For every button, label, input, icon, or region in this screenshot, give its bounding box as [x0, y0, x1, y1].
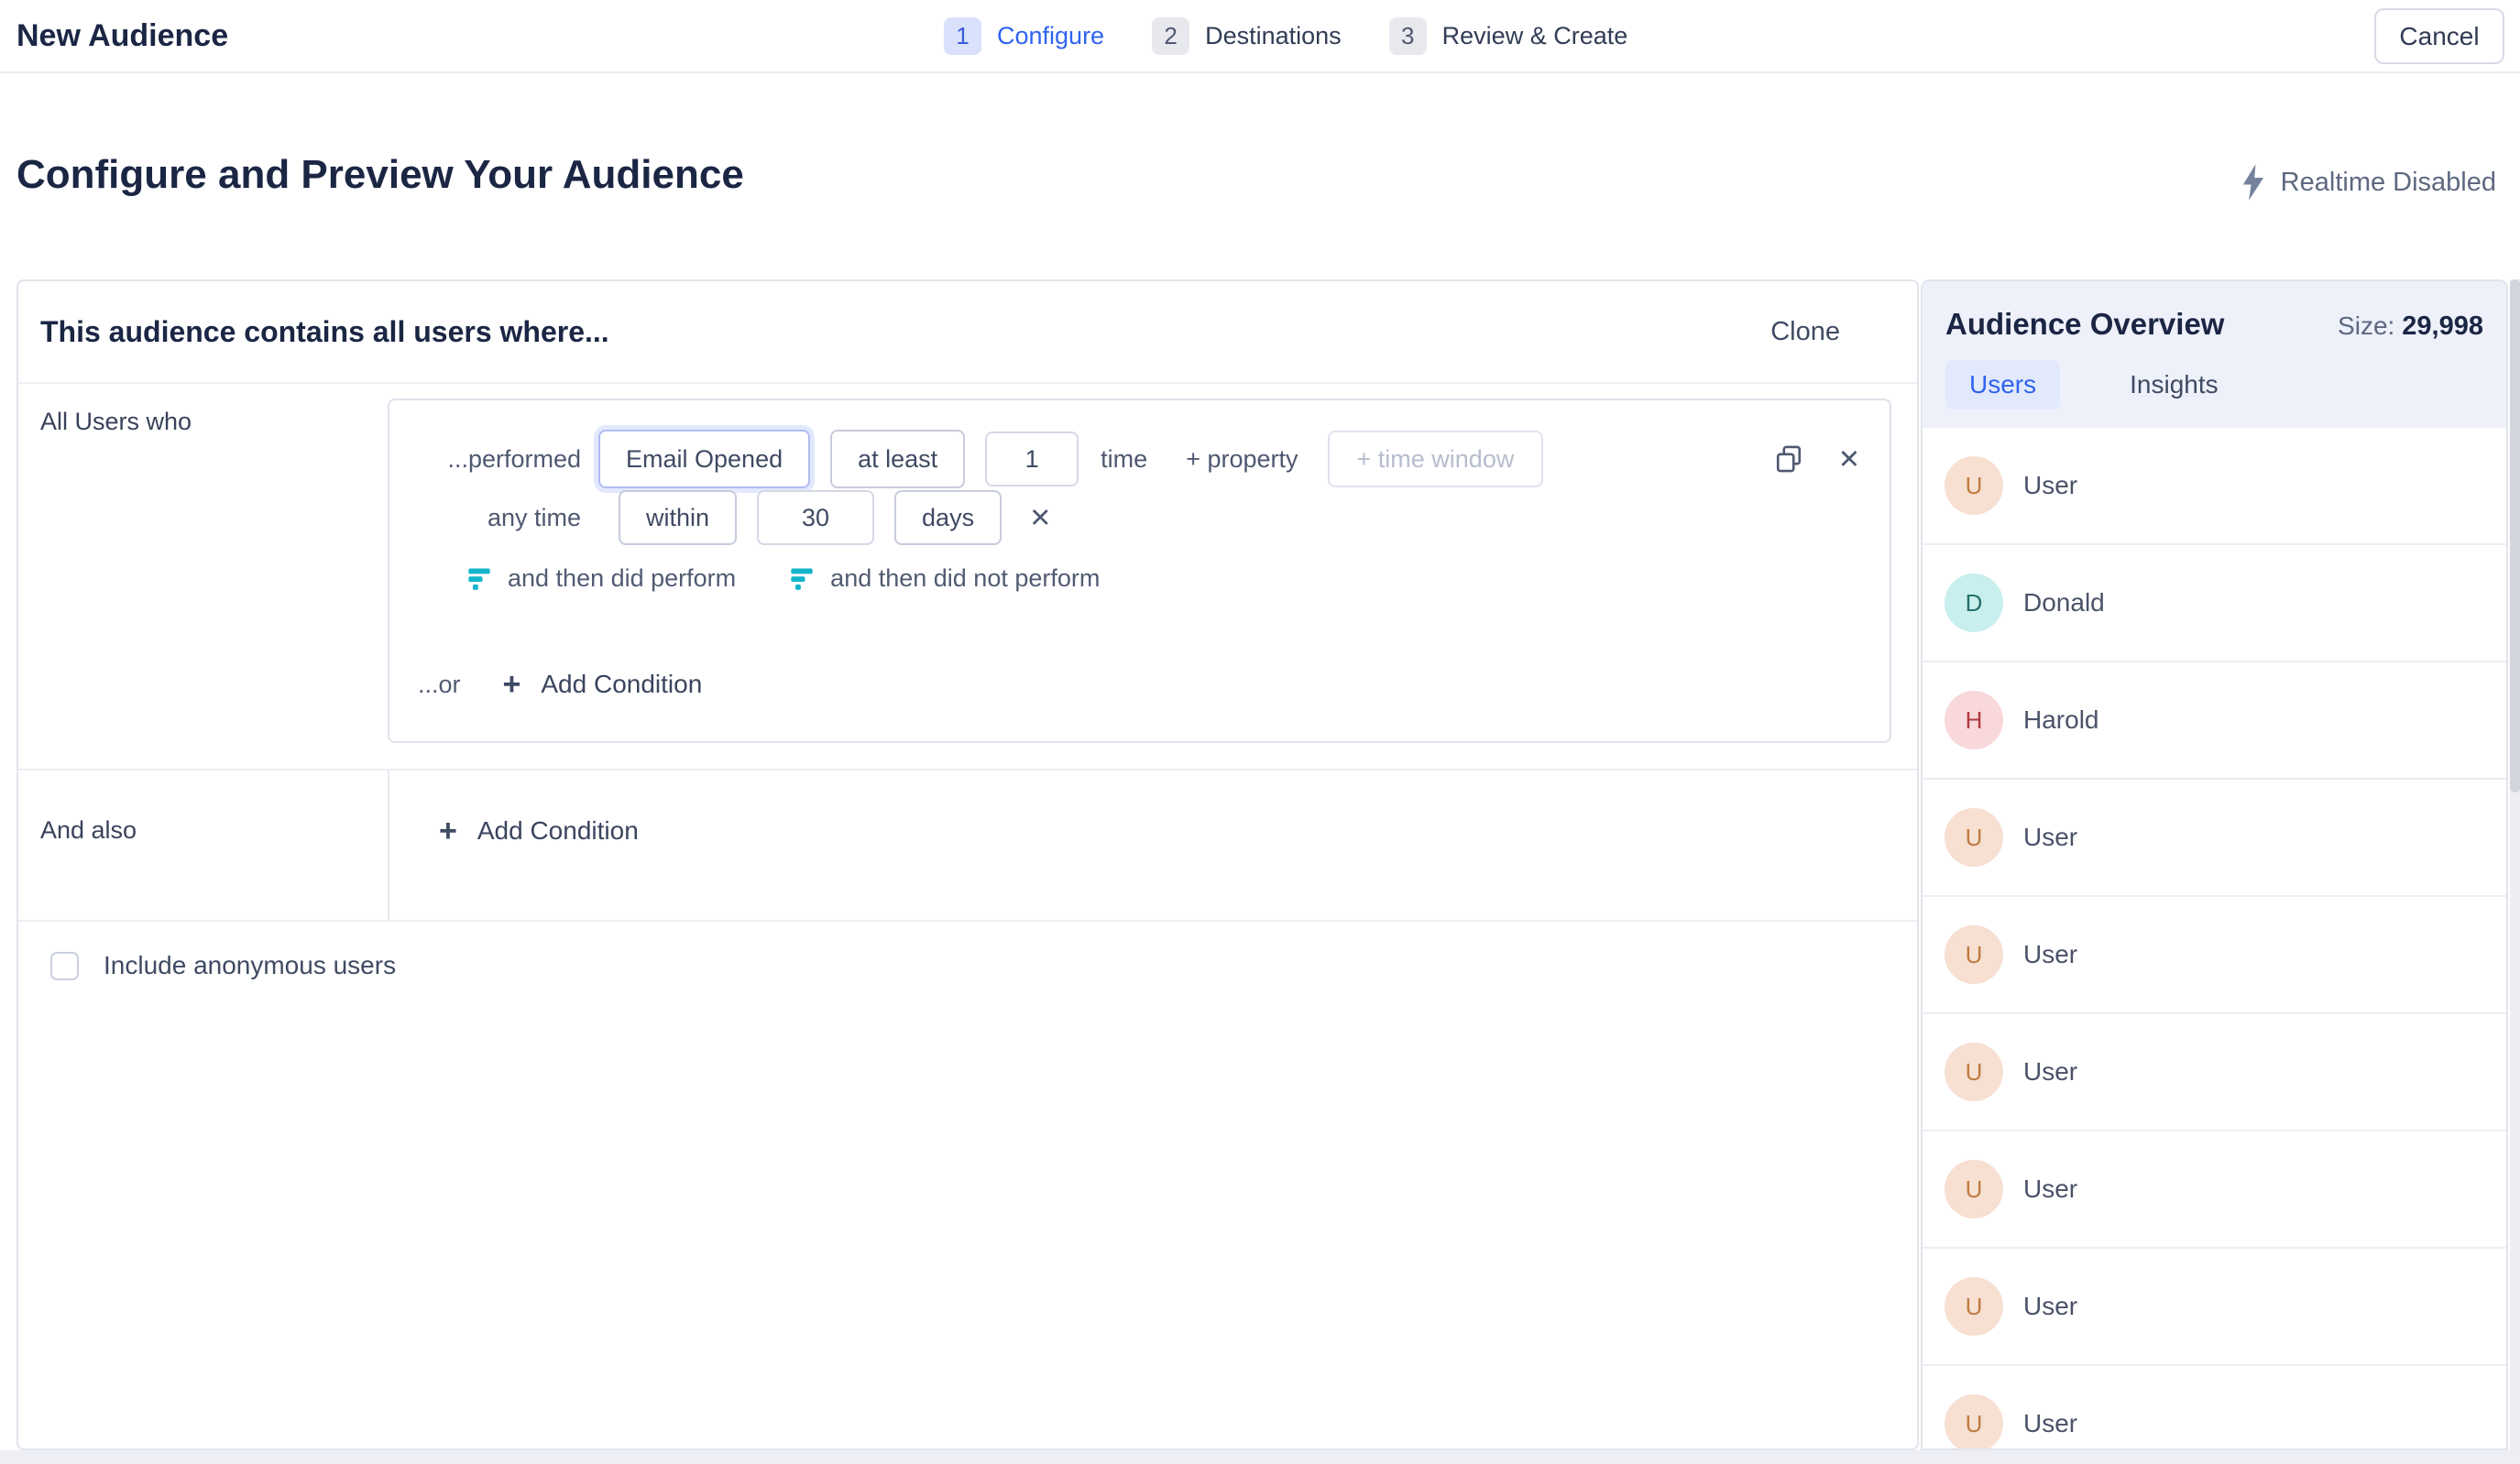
performed-label: ...performed [389, 445, 581, 474]
plus-icon: + [503, 667, 521, 703]
avatar: D [1945, 574, 2003, 632]
remove-time-window-icon[interactable]: ✕ [1029, 502, 1051, 534]
add-time-window-button[interactable]: + time window [1328, 431, 1544, 487]
all-users-who-label: All Users who [40, 408, 192, 436]
top-bar: New Audience 1 Configure 2 Destinations … [0, 0, 2520, 73]
step-number-badge: 1 [944, 17, 981, 55]
user-list-item[interactable]: D Donald [1923, 545, 2506, 662]
tab-insights[interactable]: Insights [2106, 360, 2242, 410]
avatar: U [1945, 925, 2003, 984]
realtime-status: Realtime Disabled [2240, 163, 2496, 202]
audience-builder-panel: This audience contains all users where..… [16, 279, 1919, 1450]
step-review-create[interactable]: 3 Review & Create [1389, 17, 1628, 55]
page-background-strip [0, 1450, 2520, 1464]
section-divider [18, 920, 1917, 922]
clone-button[interactable]: Clone [1770, 317, 1840, 347]
funnel-links-row: and then did perform and then did not pe… [389, 552, 1890, 604]
time-value-input[interactable] [757, 490, 874, 545]
and-also-label: And also [40, 816, 137, 845]
condition-row-event: ...performed Email Opened at least time … [389, 426, 1890, 492]
audience-size-value: 29,998 [2402, 311, 2483, 342]
overview-title: Audience Overview [1945, 307, 2224, 342]
user-list: U User D Donald H Harold U User U User U… [1923, 428, 2506, 1448]
overview-tabs: Users Insights [1945, 360, 2483, 410]
user-list-item[interactable]: U User [1923, 897, 2506, 1014]
builder-title: This audience contains all users where..… [40, 315, 609, 349]
remove-condition-icon[interactable]: ✕ [1838, 443, 1860, 475]
user-list-item[interactable]: U User [1923, 1014, 2506, 1131]
audience-overview-panel: Audience Overview Size: 29,998 Users Ins… [1921, 279, 2508, 1450]
add-condition-and-also-button[interactable]: + Add Condition [439, 809, 639, 853]
or-label: ...or [418, 671, 461, 699]
include-anonymous-label: Include anonymous users [104, 951, 396, 980]
stepper: 1 Configure 2 Destinations 3 Review & Cr… [944, 0, 1627, 71]
duplicate-condition-icon[interactable] [1774, 443, 1803, 475]
audience-size-label: Size: [2338, 311, 2394, 341]
avatar: H [1945, 691, 2003, 749]
avatar: U [1945, 1043, 2003, 1101]
avatar: U [1945, 1277, 2003, 1336]
condition-row-actions: ✕ [1774, 426, 1860, 492]
step-number-badge: 3 [1389, 17, 1427, 55]
plus-icon: + [439, 814, 457, 849]
or-add-condition-row: ...or + Add Condition [389, 662, 1890, 706]
include-anonymous-checkbox[interactable] [50, 952, 79, 980]
scrollbar-thumb[interactable] [2510, 279, 2520, 792]
overview-header: Audience Overview Size: 29,998 Users Ins… [1923, 281, 2506, 428]
time-unit-select[interactable]: days [894, 490, 1002, 545]
and-then-did-not-perform-link[interactable]: and then did not perform [789, 564, 1100, 593]
condition-row-time: any time within days ✕ [389, 488, 1890, 547]
count-input[interactable] [985, 432, 1079, 486]
and-also-connector-line [388, 770, 389, 920]
user-list-item[interactable]: U User [1923, 1249, 2506, 1366]
operator-select[interactable]: at least [830, 430, 965, 488]
section-divider [18, 769, 1917, 770]
user-list-item[interactable]: U User [1923, 1131, 2506, 1249]
realtime-status-label: Realtime Disabled [2281, 168, 2496, 198]
funnel-icon [466, 565, 492, 591]
add-property-link[interactable]: + property [1186, 445, 1298, 474]
any-time-label: any time [389, 504, 581, 532]
event-select[interactable]: Email Opened [598, 430, 810, 488]
avatar: U [1945, 1394, 2003, 1450]
avatar: U [1945, 808, 2003, 867]
tab-users[interactable]: Users [1945, 360, 2060, 410]
step-destinations[interactable]: 2 Destinations [1152, 17, 1342, 55]
funnel-icon [789, 565, 815, 591]
step-configure[interactable]: 1 Configure [944, 17, 1104, 55]
window-title: New Audience [16, 0, 228, 71]
user-list-item[interactable]: U User [1923, 1366, 2506, 1450]
sidebar-scrollbar[interactable] [2510, 279, 2520, 1450]
add-condition-button[interactable]: Add Condition [541, 670, 702, 699]
avatar: U [1945, 1160, 2003, 1218]
user-list-item[interactable]: U User [1923, 428, 2506, 545]
user-list-item[interactable]: H Harold [1923, 662, 2506, 780]
lightning-bolt-icon [2240, 163, 2267, 202]
builder-header: This audience contains all users where..… [18, 281, 1917, 384]
cancel-button[interactable]: Cancel [2374, 8, 2504, 64]
user-list-item[interactable]: U User [1923, 780, 2506, 897]
count-unit-label: time [1101, 445, 1147, 474]
and-then-did-perform-link[interactable]: and then did perform [466, 564, 736, 593]
step-number-badge: 2 [1152, 17, 1189, 55]
condition-group: ...performed Email Opened at least time … [388, 399, 1891, 743]
avatar: U [1945, 456, 2003, 515]
time-operator-select[interactable]: within [619, 490, 737, 545]
anonymous-users-row: Include anonymous users [50, 951, 396, 980]
page-title: Configure and Preview Your Audience [16, 152, 744, 198]
